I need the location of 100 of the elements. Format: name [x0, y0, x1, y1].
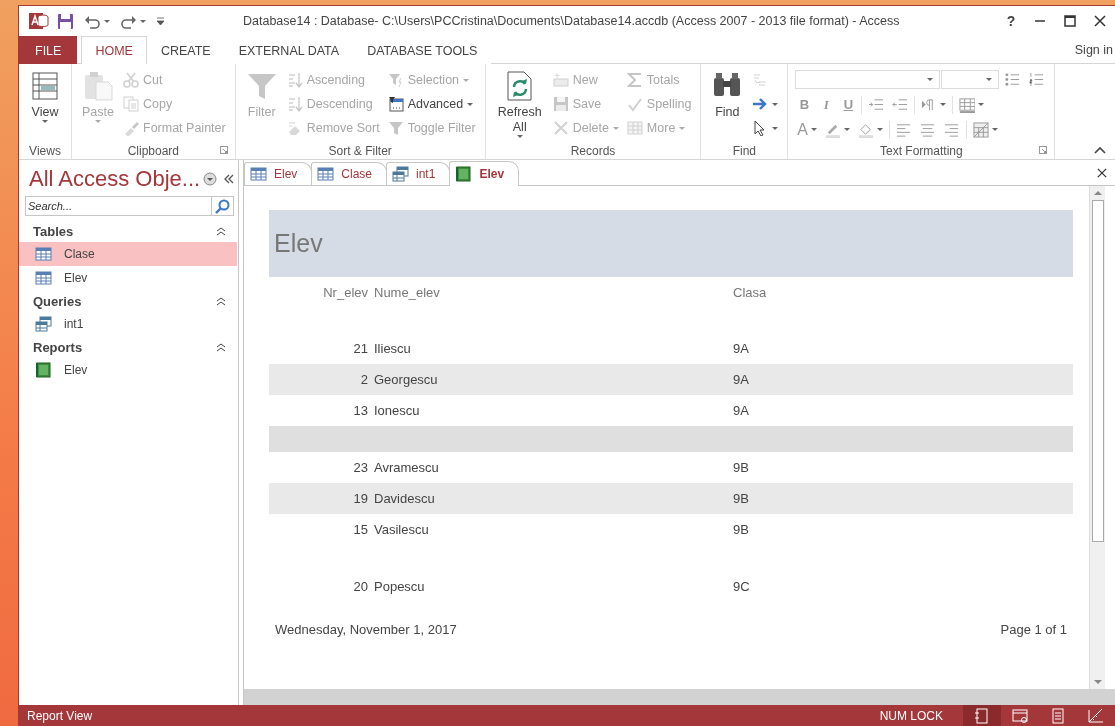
table-cell: 9A	[733, 341, 749, 356]
table-cell-text: Georgescu	[374, 372, 439, 387]
vertical-scrollbar[interactable]	[1089, 186, 1105, 689]
maximize-icon	[1064, 15, 1076, 27]
caret-icon	[104, 19, 110, 23]
group-label: Views	[29, 143, 61, 158]
navigation-item[interactable]: Elev	[19, 266, 237, 290]
table-cell-text: Popescu	[374, 579, 426, 594]
table-cell-text: 15	[352, 522, 368, 537]
group-label: Clipboard	[127, 143, 179, 158]
caret-icon	[978, 103, 985, 106]
save-icon	[552, 96, 569, 112]
document-tab[interactable]: Elev	[449, 161, 520, 186]
document-tab[interactable]: int1	[386, 162, 451, 185]
altrow-icon	[973, 121, 989, 138]
collapse-icon	[216, 225, 226, 237]
ribbon-command[interactable]: Find	[708, 68, 747, 142]
ribbon-command[interactable]: View	[26, 68, 64, 142]
report-icon	[35, 362, 52, 378]
category-header[interactable]: Tables	[33, 223, 216, 239]
search-field[interactable]: Search...	[25, 196, 212, 216]
page-number: Page 1 of 1	[1000, 622, 1067, 637]
navigation-title: All Access Obje...	[29, 166, 201, 192]
search-button[interactable]	[212, 196, 234, 216]
sigma-icon	[626, 72, 643, 88]
file-tab[interactable]: FILE	[19, 36, 78, 64]
caret-icon	[940, 103, 947, 106]
scroll-down-icon	[1092, 679, 1103, 685]
view-button[interactable]	[963, 705, 1001, 726]
ribbon-command[interactable]: Advanced	[385, 92, 478, 116]
sort-descending-icon	[286, 96, 303, 112]
dropdown-icon	[203, 172, 218, 186]
design-view-icon	[1088, 707, 1104, 724]
help-button[interactable]: ?	[997, 8, 1025, 34]
navigation-item[interactable]: Clase	[19, 242, 237, 266]
dialog-launcher-button[interactable]	[1039, 146, 1048, 154]
query-icon	[35, 316, 52, 332]
column-header: Nume_elev	[374, 284, 441, 300]
launcher-icon	[219, 146, 228, 154]
funnel-icon	[387, 120, 404, 136]
caret-icon	[844, 128, 850, 131]
checkmark-icon	[626, 96, 643, 112]
report-view-icon	[1050, 707, 1066, 724]
group-label: Sort & Filter	[328, 143, 392, 158]
scroll-thumb[interactable]	[1091, 200, 1104, 542]
close-icon	[1097, 167, 1107, 178]
table-cell: 9C	[733, 579, 750, 594]
launcher-icon	[1039, 146, 1048, 154]
dialog-launcher-button[interactable]	[219, 146, 228, 154]
x-icon	[552, 120, 569, 136]
fill-icon	[858, 121, 874, 138]
filter-form-icon	[387, 96, 404, 112]
navigation-item[interactable]: int1	[19, 312, 237, 336]
collapse-icon	[216, 295, 226, 307]
arrow-right-icon	[752, 96, 769, 112]
category-header[interactable]: Reports	[33, 339, 216, 355]
table-icon	[35, 270, 52, 286]
column-header: Nr_elev	[322, 284, 368, 300]
table-cell: 9A	[733, 403, 749, 418]
scroll-up-icon	[1092, 190, 1103, 196]
column-header: Clasa	[733, 284, 767, 300]
alignc-icon	[920, 121, 936, 138]
alignl-icon	[896, 121, 912, 138]
replace-icon	[752, 72, 769, 88]
caret-icon	[811, 128, 817, 131]
table-cell: 9B	[733, 491, 749, 506]
alternate-row-color-button[interactable]	[971, 120, 1000, 139]
caret-icon	[140, 19, 146, 23]
table-cell-text: 23	[352, 460, 368, 475]
table-cell-text: Ionescu	[374, 403, 421, 418]
sign-in-link[interactable]: Sign in	[1074, 42, 1115, 57]
chevron-up-icon	[1094, 146, 1106, 154]
ribbon-command[interactable]: Refresh All	[492, 68, 547, 142]
report-icon	[455, 166, 473, 182]
gridlines-button[interactable]	[957, 95, 987, 114]
collapse-icon	[216, 341, 226, 353]
gridlines-icon	[959, 96, 976, 113]
status-text: Report View	[26, 708, 93, 723]
category-header[interactable]: Queries	[33, 293, 216, 309]
app-logo-icon	[28, 12, 49, 30]
window-title: Database14 : Database- C:\Users\PCCristina\Documents\Database14.accdb (Access 2007 - 2013 file format) - Access	[243, 14, 901, 28]
table-cell-text: 21	[352, 341, 368, 356]
document-tab[interactable]: Elev	[244, 162, 313, 185]
sort-ascending-icon	[286, 72, 303, 88]
table-cell-text: 19	[352, 491, 368, 506]
num-lock-indicator: NUM LOCK	[879, 708, 943, 723]
numbers-icon	[1029, 71, 1046, 88]
bullets-icon	[1005, 71, 1022, 88]
eraser-icon	[286, 120, 303, 136]
navigation-item[interactable]: Elev	[19, 358, 237, 382]
copy-icon	[123, 96, 139, 112]
table-cell-text: 2	[359, 372, 368, 387]
ribbon-tab[interactable]: HOME	[81, 36, 147, 64]
table-cell-text: 20	[352, 579, 368, 594]
funnel-icon	[387, 72, 404, 88]
indent-icon	[868, 96, 885, 113]
customize-icon	[156, 16, 165, 26]
table-cell: 9A	[733, 372, 749, 387]
customize-button[interactable]	[154, 14, 167, 28]
table-cell: 9B	[733, 460, 749, 475]
